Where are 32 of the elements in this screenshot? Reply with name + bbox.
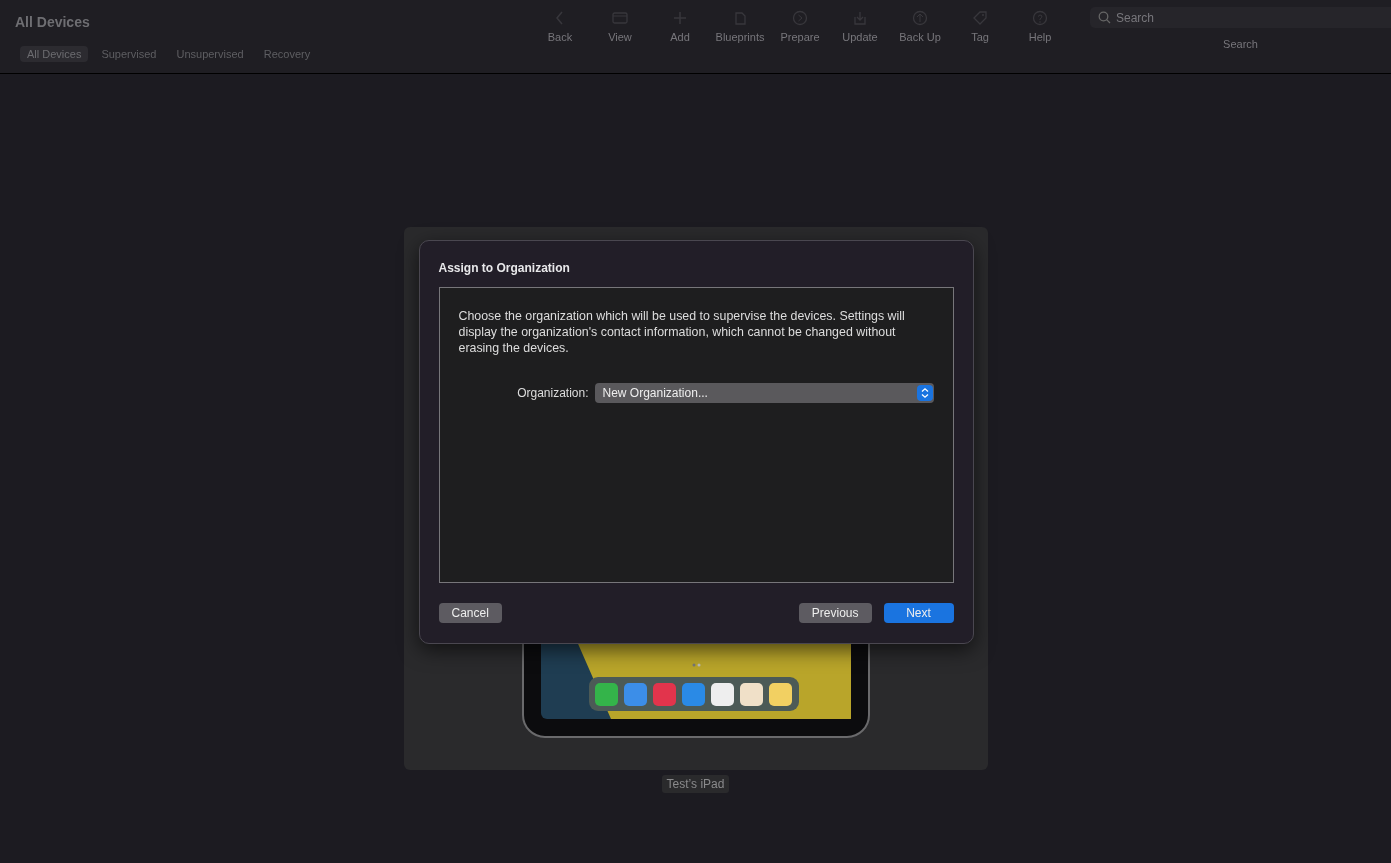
toolbar-button[interactable]: Tag [950,0,1010,73]
toolbar-button[interactable]: Update [830,0,890,73]
search-field[interactable]: Search [1090,7,1391,28]
play-circle-icon [791,9,809,27]
download-icon [851,9,869,27]
toolbar-button[interactable]: Back Up [890,0,950,73]
toolbar-button[interactable]: Prepare [770,0,830,73]
help-icon [1031,9,1049,27]
filter-tab[interactable]: Unsupervised [169,46,251,62]
stepper-icon [916,385,933,401]
filter-tab[interactable]: All Devices [20,46,89,62]
organization-dropdown[interactable]: New Organization... [594,383,934,403]
organization-label: Organization: [516,386,589,400]
tag-icon [971,9,989,27]
search-label: Search [1223,38,1258,50]
toolbar-button[interactable]: Back [530,0,590,73]
toolbar-button[interactable]: View [590,0,650,73]
toolbar-button[interactable]: Help [1010,0,1070,73]
previous-button[interactable]: Previous [798,603,872,623]
filter-tab[interactable]: Recovery [256,46,318,62]
upload-icon [911,9,929,27]
next-button[interactable]: Next [883,603,954,623]
toolbar-button[interactable]: Blueprints [710,0,770,73]
window-title: All Devices [15,14,90,30]
device-name: Test’s iPad [661,775,730,793]
filter-tab[interactable]: Supervised [94,46,164,62]
description-text: Choose the organization which will be used to supervise the devices. Settings will display the organization's contact information, which cannot be changed without erasing the devices. [458,308,906,356]
cancel-button[interactable]: Cancel [438,603,502,623]
window-icon [611,9,629,27]
toolbar-button[interactable]: Add [650,0,710,73]
dialog-title: Assign to Organization [438,261,571,275]
search-icon [1098,11,1111,24]
